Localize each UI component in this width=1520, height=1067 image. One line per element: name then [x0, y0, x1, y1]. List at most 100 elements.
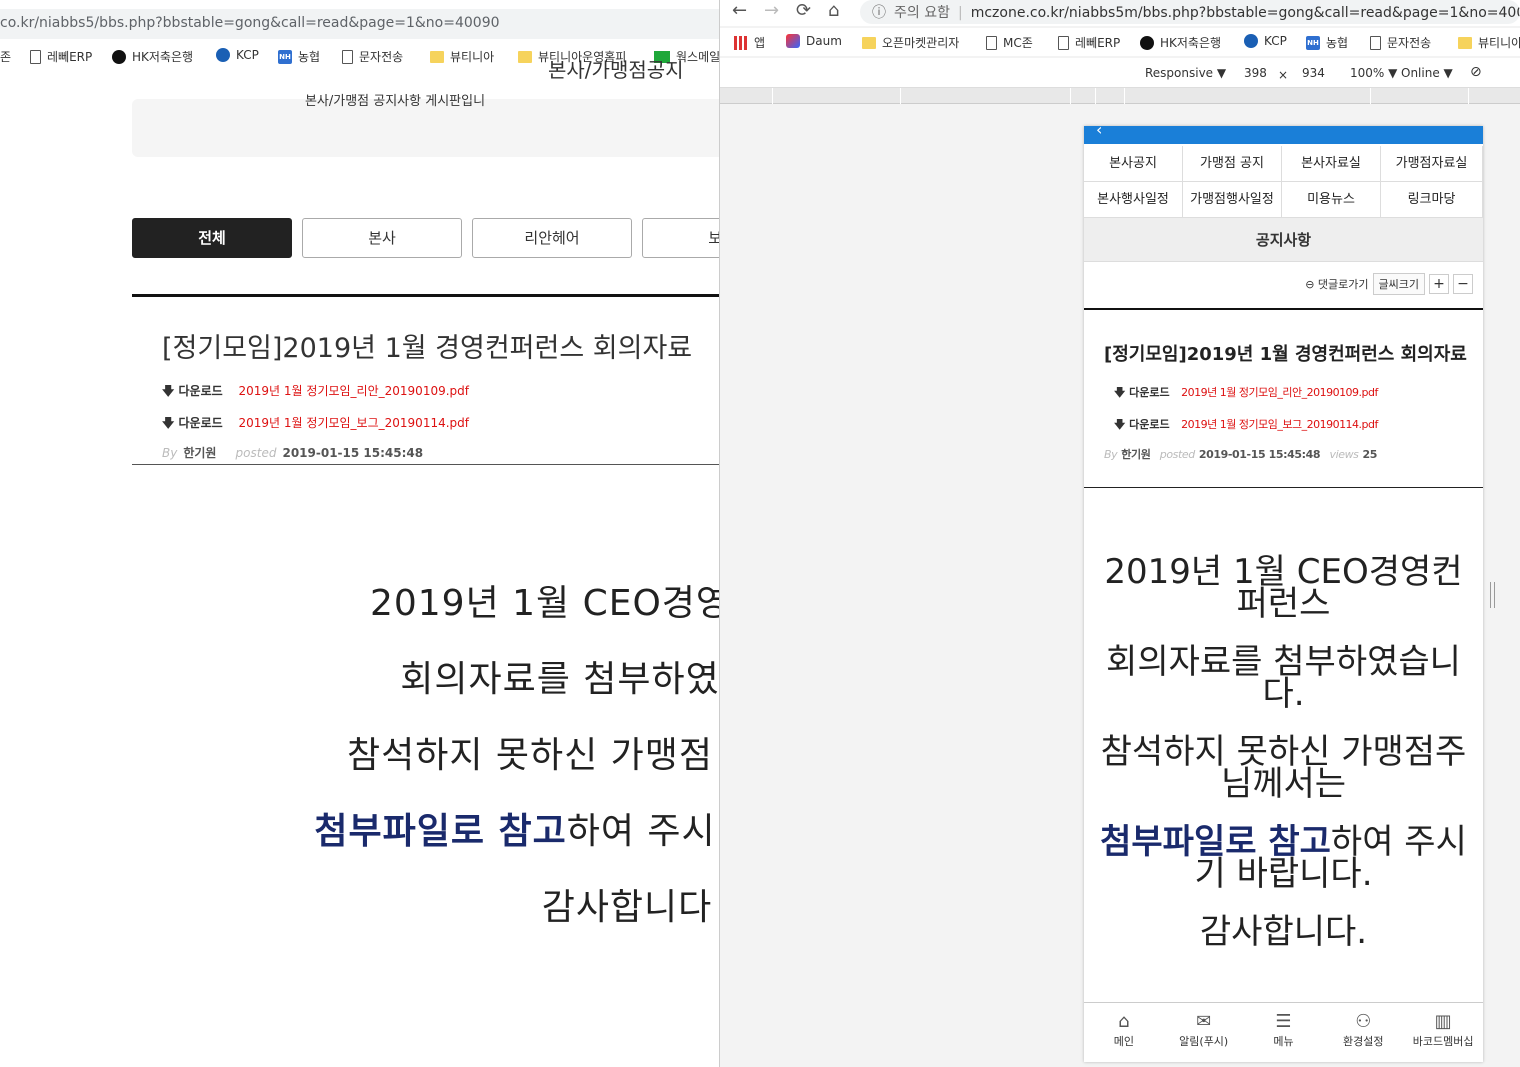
bookmark-item[interactable]: HK저축은행	[112, 48, 193, 65]
author: 한기원	[183, 446, 217, 460]
download-link[interactable]: 2019년 1월 정기모임_리안_20190109.pdf	[1181, 386, 1378, 399]
category-tab-lian-hair[interactable]: 리안헤어	[472, 218, 632, 258]
bookmark-item[interactable]: 뷰티니아	[430, 48, 494, 65]
tab-hq-notice[interactable]: 본사공지	[1084, 146, 1183, 182]
view-count: 25	[1362, 448, 1378, 461]
bookmark-item[interactable]: NH 농협	[1306, 34, 1348, 51]
body-paragraph: 감사합니다.	[1199, 912, 1368, 952]
rotate-icon[interactable]: ⊘	[1470, 64, 1482, 80]
bookmark-item[interactable]: 존	[0, 48, 11, 65]
nav-label: 메뉴	[1273, 1035, 1294, 1048]
left-page-content: 본사/가맹점공지 본사/가맹점 공지사항 게시판입니 전체 본사 리안헤어 보그…	[0, 58, 719, 1067]
file-icon	[1058, 35, 1069, 50]
download-link[interactable]: 2019년 1월 정기모임_리안_20190109.pdf	[239, 384, 469, 398]
bookmark-item[interactable]: 문자전송	[1370, 34, 1431, 51]
tab-beauty-news[interactable]: 미용뉴스	[1282, 182, 1381, 218]
bookmark-item[interactable]: MC존	[986, 34, 1033, 51]
bookmark-label: 오픈마켓관리자	[882, 36, 960, 50]
right-browser-window: ← → ⟳ ⌂ ⓘ 주의 요함 | mczone.co.kr/niabbs5m/bbs…	[719, 0, 1520, 1067]
post-meta: By 한기원 posted 2019-01-15 15:45:48 views 25	[1104, 446, 1377, 462]
post-title: [정기모임]2019년 1월 경영컨퍼런스 회의자료	[162, 333, 693, 364]
font-decrease-button[interactable]: −	[1453, 274, 1473, 294]
hk-logo-icon	[1140, 35, 1154, 50]
chevron-left-icon[interactable]: ‹	[1096, 126, 1102, 139]
tab-hq-library[interactable]: 본사자료실	[1282, 146, 1381, 182]
mobile-header: ‹	[1084, 126, 1483, 144]
file-icon	[30, 49, 41, 64]
body-paragraph: 회의자료를 첨부하였습니다.	[1106, 642, 1461, 714]
board-heading: 본사/가맹점공지	[548, 58, 684, 82]
nav-settings[interactable]: ⚇ 환경설정	[1323, 1003, 1403, 1062]
download-link[interactable]: 2019년 1월 정기모임_보그_20190114.pdf	[239, 416, 469, 430]
by-label: By	[162, 446, 178, 460]
divider	[1084, 487, 1483, 488]
nav-label: 메인	[1113, 1035, 1135, 1048]
nav-barcode-membership[interactable]: ▥ 바코드멤버십	[1403, 1003, 1483, 1062]
ruler-tick	[1468, 88, 1469, 104]
resize-handle[interactable]	[1490, 582, 1495, 608]
post-title: [정기모임]2019년 1월 경영컨퍼런스 회의자료	[1104, 344, 1467, 365]
tab-store-events[interactable]: 가맹점행사일정	[1183, 182, 1282, 218]
bookmark-item[interactable]: KCP	[1244, 34, 1287, 48]
bookmark-item[interactable]: 뷰티니아	[1458, 34, 1520, 51]
forward-button[interactable]: →	[764, 0, 779, 21]
divider	[132, 464, 719, 465]
ruler-tick	[1070, 88, 1071, 104]
body-paragraph: 첨부파일로 참고하여 주시기 바랍니다.	[1094, 825, 1473, 891]
user-icon: ⚇	[1355, 1011, 1372, 1032]
post-body: 2019년 1월 CEO경영컨퍼런스 회의자료를 첨부하였습니다. 참석하지 못…	[1094, 555, 1473, 974]
nav-main[interactable]: ⌂ 메인	[1084, 1003, 1164, 1062]
category-tab-hq[interactable]: 본사	[302, 218, 462, 258]
hk-logo-icon	[112, 49, 126, 64]
bookmark-label: HK저축은행	[1160, 36, 1222, 50]
bookmark-item[interactable]: NH 농협	[278, 48, 320, 65]
tab-store-notice[interactable]: 가맹점 공지	[1183, 146, 1282, 182]
info-icon[interactable]: ⓘ	[872, 5, 886, 21]
nav-notifications[interactable]: ✉ 알림(푸시)	[1164, 1003, 1244, 1062]
nav-menu[interactable]: ☰ 메뉴	[1244, 1003, 1324, 1062]
go-to-comments-link[interactable]: ⊖ 댓글로가기	[1305, 276, 1368, 292]
device-width-input[interactable]: 398	[1244, 66, 1267, 80]
bookmark-item[interactable]: 레뻬ERP	[30, 48, 92, 65]
bookmark-item[interactable]: 오픈마켓관리자	[862, 34, 959, 51]
media-query-ruler[interactable]	[720, 88, 1520, 104]
folder-icon	[430, 50, 444, 63]
separator: |	[957, 5, 963, 21]
download-label: 🡇 다운로드	[162, 416, 223, 430]
bookmark-item[interactable]: 문자전송	[342, 48, 403, 65]
tab-store-library[interactable]: 가맹점자료실	[1381, 146, 1483, 182]
device-height-input[interactable]: 934	[1302, 66, 1325, 80]
category-tab-all[interactable]: 전체	[132, 218, 292, 258]
font-increase-button[interactable]: +	[1429, 274, 1449, 294]
nh-logo-icon: NH	[1306, 35, 1320, 50]
bookmark-item[interactable]: 레뻬ERP	[1058, 34, 1120, 51]
address-bar[interactable]: ⓘ 주의 요함 | mczone.co.kr/niabbs5m/bbs.php?bbs…	[860, 0, 1520, 24]
bookmarks-bar: 앱 Daum 오픈마켓관리자 MC존 레뻬ERP HK저축은행 KCP NH 농협…	[720, 28, 1520, 56]
mobile-viewport: ‹ 본사공지 가맹점 공지 본사자료실 가맹점자료실 본사행사일정 가맹점행사일…	[1084, 126, 1483, 1062]
home-button[interactable]: ⌂	[828, 0, 839, 21]
bookmark-label: 문자전송	[359, 50, 404, 64]
bookmark-item[interactable]: HK저축은행	[1140, 34, 1221, 51]
device-mode-select[interactable]: Responsive ▼	[1145, 66, 1226, 80]
post-meta: By 한기원 posted 2019-01-15 15:45:48	[162, 444, 423, 461]
zoom-select[interactable]: 100% ▼	[1350, 66, 1397, 80]
download-link[interactable]: 2019년 1월 정기모임_보그_20190114.pdf	[1181, 418, 1378, 431]
back-button[interactable]: ←	[732, 0, 747, 21]
bookmark-label: 앱	[754, 36, 766, 50]
download-label-text: 다운로드	[178, 384, 223, 398]
bookmark-label: 뷰티니아	[450, 50, 495, 64]
left-address-bar[interactable]: co.kr/niabbs5/bbs.php?bbstable=gong&call…	[0, 9, 719, 39]
reload-button[interactable]: ⟳	[796, 0, 811, 21]
tab-hq-events[interactable]: 본사행사일정	[1084, 182, 1183, 218]
tab-links[interactable]: 링크마당	[1381, 182, 1483, 218]
category-tab-vogue[interactable]: 보그	[642, 218, 719, 258]
bookmark-item[interactable]: Daum	[786, 34, 842, 48]
bookmark-item[interactable]: KCP	[216, 48, 259, 62]
dimension-separator: ×	[1278, 68, 1289, 82]
body-highlight: 첨부파일로 참고	[314, 811, 567, 852]
browser-toolbar: ← → ⟳ ⌂ ⓘ 주의 요함 | mczone.co.kr/niabbs5m/bbs…	[720, 0, 1520, 26]
kcp-logo-icon	[216, 48, 230, 62]
download-row: 🡇 다운로드 2019년 1월 정기모임_보그_20190114.pdf	[1114, 416, 1378, 435]
bookmark-item[interactable]: 앱	[734, 34, 765, 51]
network-throttle-select[interactable]: Online ▼	[1401, 66, 1453, 80]
